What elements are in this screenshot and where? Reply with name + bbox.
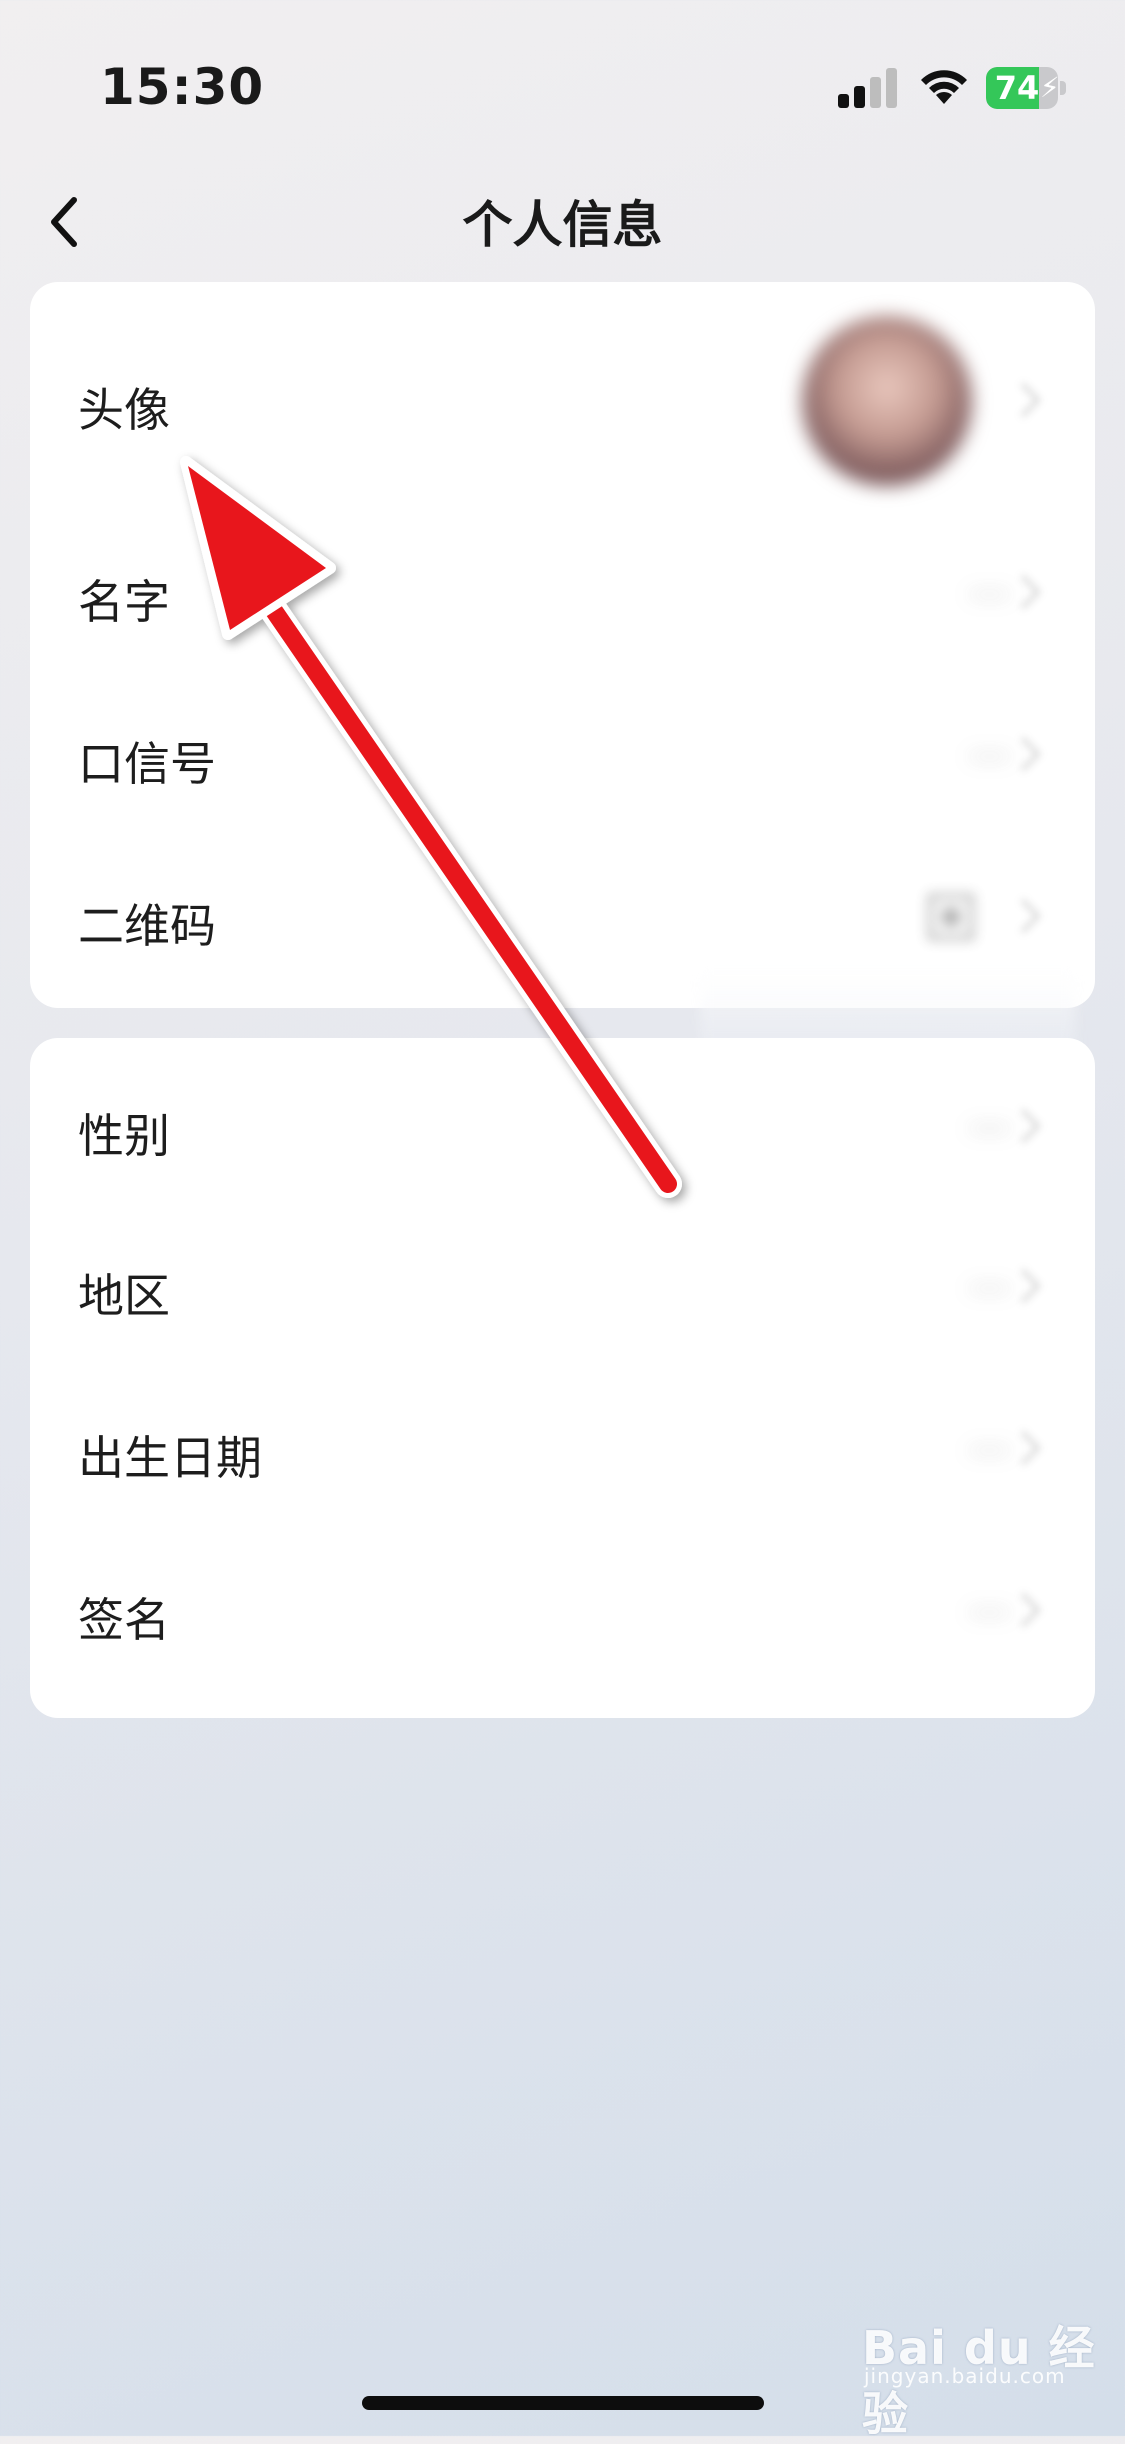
watermark: Bai du 经验 jingyan.baidu.com <box>862 2312 1125 2441</box>
row-value-signature: --- <box>968 1588 1010 1632</box>
chevron-right-icon <box>1020 574 1041 610</box>
avatar[interactable] <box>802 316 972 486</box>
home-indicator[interactable] <box>362 2396 764 2410</box>
row-label-qrcode: 二维码 <box>78 899 216 953</box>
row-label-avatar: 头像 <box>78 383 170 437</box>
chevron-right-icon <box>1020 1430 1041 1466</box>
row-name[interactable]: 名字 --- <box>30 514 1095 676</box>
signal-icon <box>838 68 897 108</box>
status-time: 15:30 <box>100 58 265 116</box>
row-id[interactable]: 口信号 --- <box>30 676 1095 838</box>
charging-bolt-icon: ⚡ <box>1040 71 1058 104</box>
row-value-id: --- <box>968 732 1010 776</box>
row-label-gender: 性别 <box>78 1109 170 1163</box>
chevron-right-icon <box>1020 1592 1041 1628</box>
row-label-id: 口信号 <box>78 737 216 791</box>
chevron-right-icon <box>1020 898 1041 934</box>
row-label-name: 名字 <box>78 575 170 629</box>
row-label-signature: 签名 <box>78 1593 170 1647</box>
chevron-right-icon <box>1020 1108 1041 1144</box>
row-value-gender: --- <box>968 1104 1010 1148</box>
battery-icon: 74 ⚡ <box>986 67 1066 109</box>
row-value-birthday: --- <box>968 1426 1010 1470</box>
wifi-icon <box>921 70 967 104</box>
chevron-right-icon <box>1020 1268 1041 1304</box>
battery-percent: 74 <box>994 69 1040 107</box>
profile-basic-section: 头像 名字 --- 口信号 --- 二维码 <box>30 282 1095 1008</box>
profile-detail-section: 性别 --- 地区 --- 出生日期 --- 签名 --- <box>30 1038 1095 1718</box>
chevron-right-icon <box>1020 382 1041 418</box>
row-birthday[interactable]: 出生日期 --- <box>30 1370 1095 1532</box>
row-region[interactable]: 地区 --- <box>30 1208 1095 1370</box>
row-value-region: --- <box>968 1264 1010 1308</box>
row-label-region: 地区 <box>78 1269 170 1323</box>
row-label-birthday: 出生日期 <box>78 1431 262 1485</box>
status-bar: 15:30 74 ⚡ <box>0 0 1125 150</box>
watermark-url: jingyan.baidu.com <box>864 2364 1066 2388</box>
page-title: 个人信息 <box>462 196 663 254</box>
row-gender[interactable]: 性别 --- <box>30 1038 1095 1208</box>
qr-code-icon <box>928 894 974 940</box>
navigation-bar: 个人信息 <box>0 170 1125 260</box>
row-value-name: --- <box>968 570 1010 614</box>
row-signature[interactable]: 签名 --- <box>30 1532 1095 1718</box>
chevron-right-icon <box>1020 736 1041 772</box>
row-avatar[interactable]: 头像 <box>30 282 1095 514</box>
